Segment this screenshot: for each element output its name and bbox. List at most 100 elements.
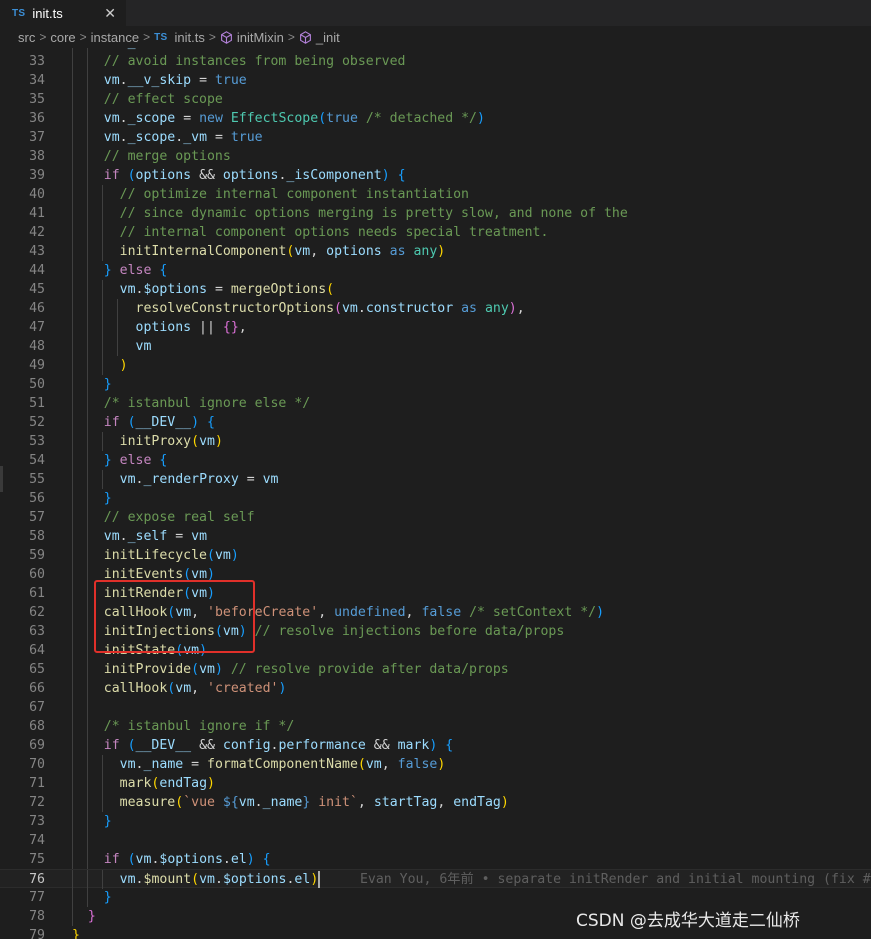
code-line[interactable]: 68 /* istanbul ignore if */ [0,717,871,736]
code-line[interactable]: 45 vm.$options = mergeOptions( [0,280,871,299]
code-line[interactable]: 39 if (options && options._isComponent) … [0,166,871,185]
code-line[interactable]: 76 vm.$mount(vm.$options.el) Evan You, 6… [0,869,871,889]
code-token: init` [310,795,358,810]
code-line[interactable]: 54 } else { [0,451,871,470]
code-token: /* setContext */ [461,605,597,620]
code-token: options [222,168,279,183]
code-token: // optimize internal component instantia… [119,187,469,202]
code-token: = [167,529,192,544]
code-line[interactable]: 75 if (vm.$options.el) { [0,850,871,869]
code-line[interactable]: 35 // effect scope [0,90,871,109]
code-token: vm [175,605,192,620]
code-line[interactable]: 42 // internal component options needs s… [0,223,871,242]
code-line[interactable]: 33 // avoid instances from being observe… [0,52,871,71]
code-line[interactable]: 47 options || {}, [0,318,871,337]
code-token: ( [183,567,192,582]
breadcrumb-init[interactable]: _init [316,30,340,45]
code-token: vm [262,472,279,487]
code-line[interactable]: 41 // since dynamic options merging is p… [0,204,871,223]
code-line[interactable]: 48 vm [0,337,871,356]
code-line[interactable]: 55 vm._renderProxy = vm [0,470,871,489]
code-token: vm [119,872,136,887]
code-line[interactable]: 52 if (__DEV__) { [0,413,871,432]
typescript-icon: TS [12,7,26,19]
code-line[interactable]: 77 } [0,888,871,907]
line-number: 56 [29,491,45,506]
code-token: vm [103,73,120,88]
code-line[interactable]: 67 [0,698,871,717]
code-line[interactable]: 61 initRender(vm) [0,584,871,603]
code-line[interactable]: 44 } else { [0,261,871,280]
code-line[interactable]: 56 } [0,489,871,508]
code-token: _vm [183,130,208,145]
code-line[interactable]: 65 initProvide(vm) // resolve provide af… [0,660,871,679]
code-line[interactable]: 70 vm._name = formatComponentName(vm, fa… [0,755,871,774]
code-token: ) [278,681,287,696]
code-line[interactable]: 74 [0,831,871,850]
line-number: 55 [29,472,45,487]
code-token: } [103,377,112,392]
code-token: , [437,795,454,810]
code-editor[interactable]: 32 vm._isVue = true33 // avoid instances… [0,48,871,939]
code-line[interactable]: 62 callHook(vm, 'beforeCreate', undefine… [0,603,871,622]
code-line[interactable]: 51 /* istanbul ignore else */ [0,394,871,413]
breadcrumb-initmixin[interactable]: initMixin [237,30,284,45]
code-line[interactable]: 72 measure(`vue ${vm._name} init`, start… [0,793,871,812]
code-token: && [365,738,398,753]
code-token: // resolve injections before data/props [246,624,565,639]
code-line[interactable]: 66 callHook(vm, 'created') [0,679,871,698]
code-token: EffectScope [230,111,319,126]
code-line[interactable]: 60 initEvents(vm) [0,565,871,584]
code-token: measure [119,795,176,810]
line-number: 62 [29,605,45,620]
code-line[interactable]: 50 } [0,375,871,394]
code-token: ) [500,795,509,810]
code-line[interactable]: 36 vm._scope = new EffectScope(true /* d… [0,109,871,128]
line-number: 42 [29,225,45,240]
chevron-right-icon: > [39,30,47,44]
code-line[interactable]: 63 initInjections(vm) // resolve injecti… [0,622,871,641]
code-token: vm [104,48,120,50]
breadcrumb-file[interactable]: init.ts [175,30,205,45]
code-token: } [103,453,112,468]
code-line[interactable]: 58 vm._self = vm [0,527,871,546]
code-line[interactable]: 37 vm._scope._vm = true [0,128,871,147]
line-number: 67 [29,700,45,715]
code-line[interactable]: 69 if (__DEV__ && config.performance && … [0,736,871,755]
code-line[interactable]: 71 mark(endTag) [0,774,871,793]
line-text: // avoid instances from being observed [72,52,406,71]
breadcrumb-src[interactable]: src [18,30,35,45]
line-text: resolveConstructorOptions(vm.constructor… [72,299,525,318]
line-text [72,831,104,850]
line-text: vm.$options = mergeOptions( [72,280,334,299]
code-line[interactable]: 43 initInternalComponent(vm, options as … [0,242,871,261]
code-line[interactable]: 34 vm.__v_skip = true [0,71,871,90]
git-blame-annotation: Evan You, 6年前 • separate initRender and … [320,872,871,887]
code-line[interactable]: 57 // expose real self [0,508,871,527]
breadcrumb-instance[interactable]: instance [91,30,139,45]
line-number: 49 [29,358,45,373]
line-text: vm._scope = new EffectScope(true /* deta… [72,109,485,128]
code-token: && [191,168,223,183]
code-line[interactable]: 49 ) [0,356,871,375]
code-line[interactable]: 64 initState(vm) [0,641,871,660]
code-token: ( [127,852,136,867]
tab-init-ts[interactable]: TS init.ts ✕ [0,0,126,26]
line-text: vm.$mount(vm.$options.el) Evan You, 6年前 … [72,870,871,889]
code-line[interactable]: 53 initProxy(vm) [0,432,871,451]
code-token: true [230,130,263,145]
line-text: } else { [72,451,168,470]
code-line[interactable]: 38 // merge options [0,147,871,166]
code-line[interactable]: 73 } [0,812,871,831]
code-line[interactable]: 46 resolveConstructorOptions(vm.construc… [0,299,871,318]
code-token: ) [246,852,255,867]
code-line[interactable]: 59 initLifecycle(vm) [0,546,871,565]
code-token: { [445,738,454,753]
line-text: /* istanbul ignore if */ [72,717,295,736]
line-number: 39 [29,168,45,183]
close-icon[interactable]: ✕ [104,5,116,22]
code-line[interactable]: 40 // optimize internal component instan… [0,185,871,204]
breadcrumb-core[interactable]: core [50,30,75,45]
